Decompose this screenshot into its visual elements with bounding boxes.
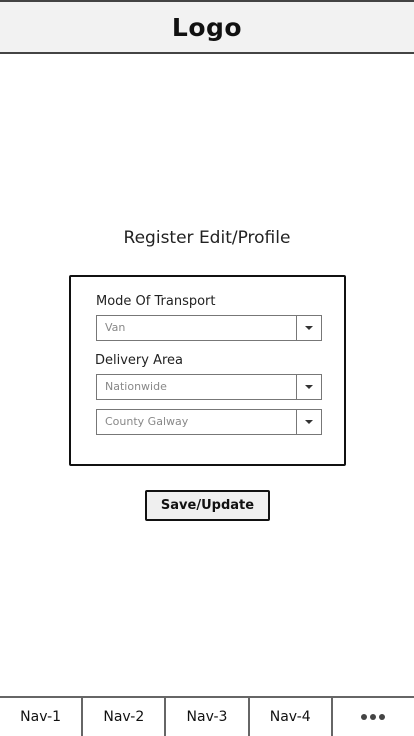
mode-of-transport-value: Van xyxy=(105,321,126,334)
delivery-county-select[interactable]: County Galway xyxy=(96,409,322,435)
nav-item-4[interactable]: Nav-4 xyxy=(250,698,333,736)
logo: Logo xyxy=(171,12,243,42)
chevron-down-icon[interactable] xyxy=(296,410,321,434)
page: Logo Register Edit/Profile Mode Of Trans… xyxy=(0,0,414,736)
nav-item-2[interactable]: Nav-2 xyxy=(83,698,167,736)
mode-of-transport-select[interactable]: Van xyxy=(96,315,322,341)
chevron-down-icon[interactable] xyxy=(296,316,321,340)
app-header: Logo xyxy=(0,0,414,54)
delivery-region-value: Nationwide xyxy=(105,380,167,393)
nav-item-1[interactable]: Nav-1 xyxy=(0,698,84,736)
more-dots-icon xyxy=(361,714,386,720)
delivery-county-value: County Galway xyxy=(105,415,189,428)
bottom-nav: Nav-1 Nav-2 Nav-3 Nav-4 xyxy=(0,696,414,736)
save-update-button[interactable]: Save/Update xyxy=(145,490,270,521)
chevron-down-icon[interactable] xyxy=(296,375,321,399)
delivery-area-label: Delivery Area xyxy=(95,353,184,368)
nav-more-button[interactable] xyxy=(333,698,414,736)
delivery-region-select[interactable]: Nationwide xyxy=(96,374,322,400)
nav-item-3[interactable]: Nav-3 xyxy=(166,698,250,736)
mode-of-transport-label: Mode Of Transport xyxy=(96,294,216,309)
page-title: Register Edit/Profile xyxy=(123,228,291,248)
profile-form: Mode Of Transport Van Delivery Area Nati… xyxy=(69,275,346,466)
